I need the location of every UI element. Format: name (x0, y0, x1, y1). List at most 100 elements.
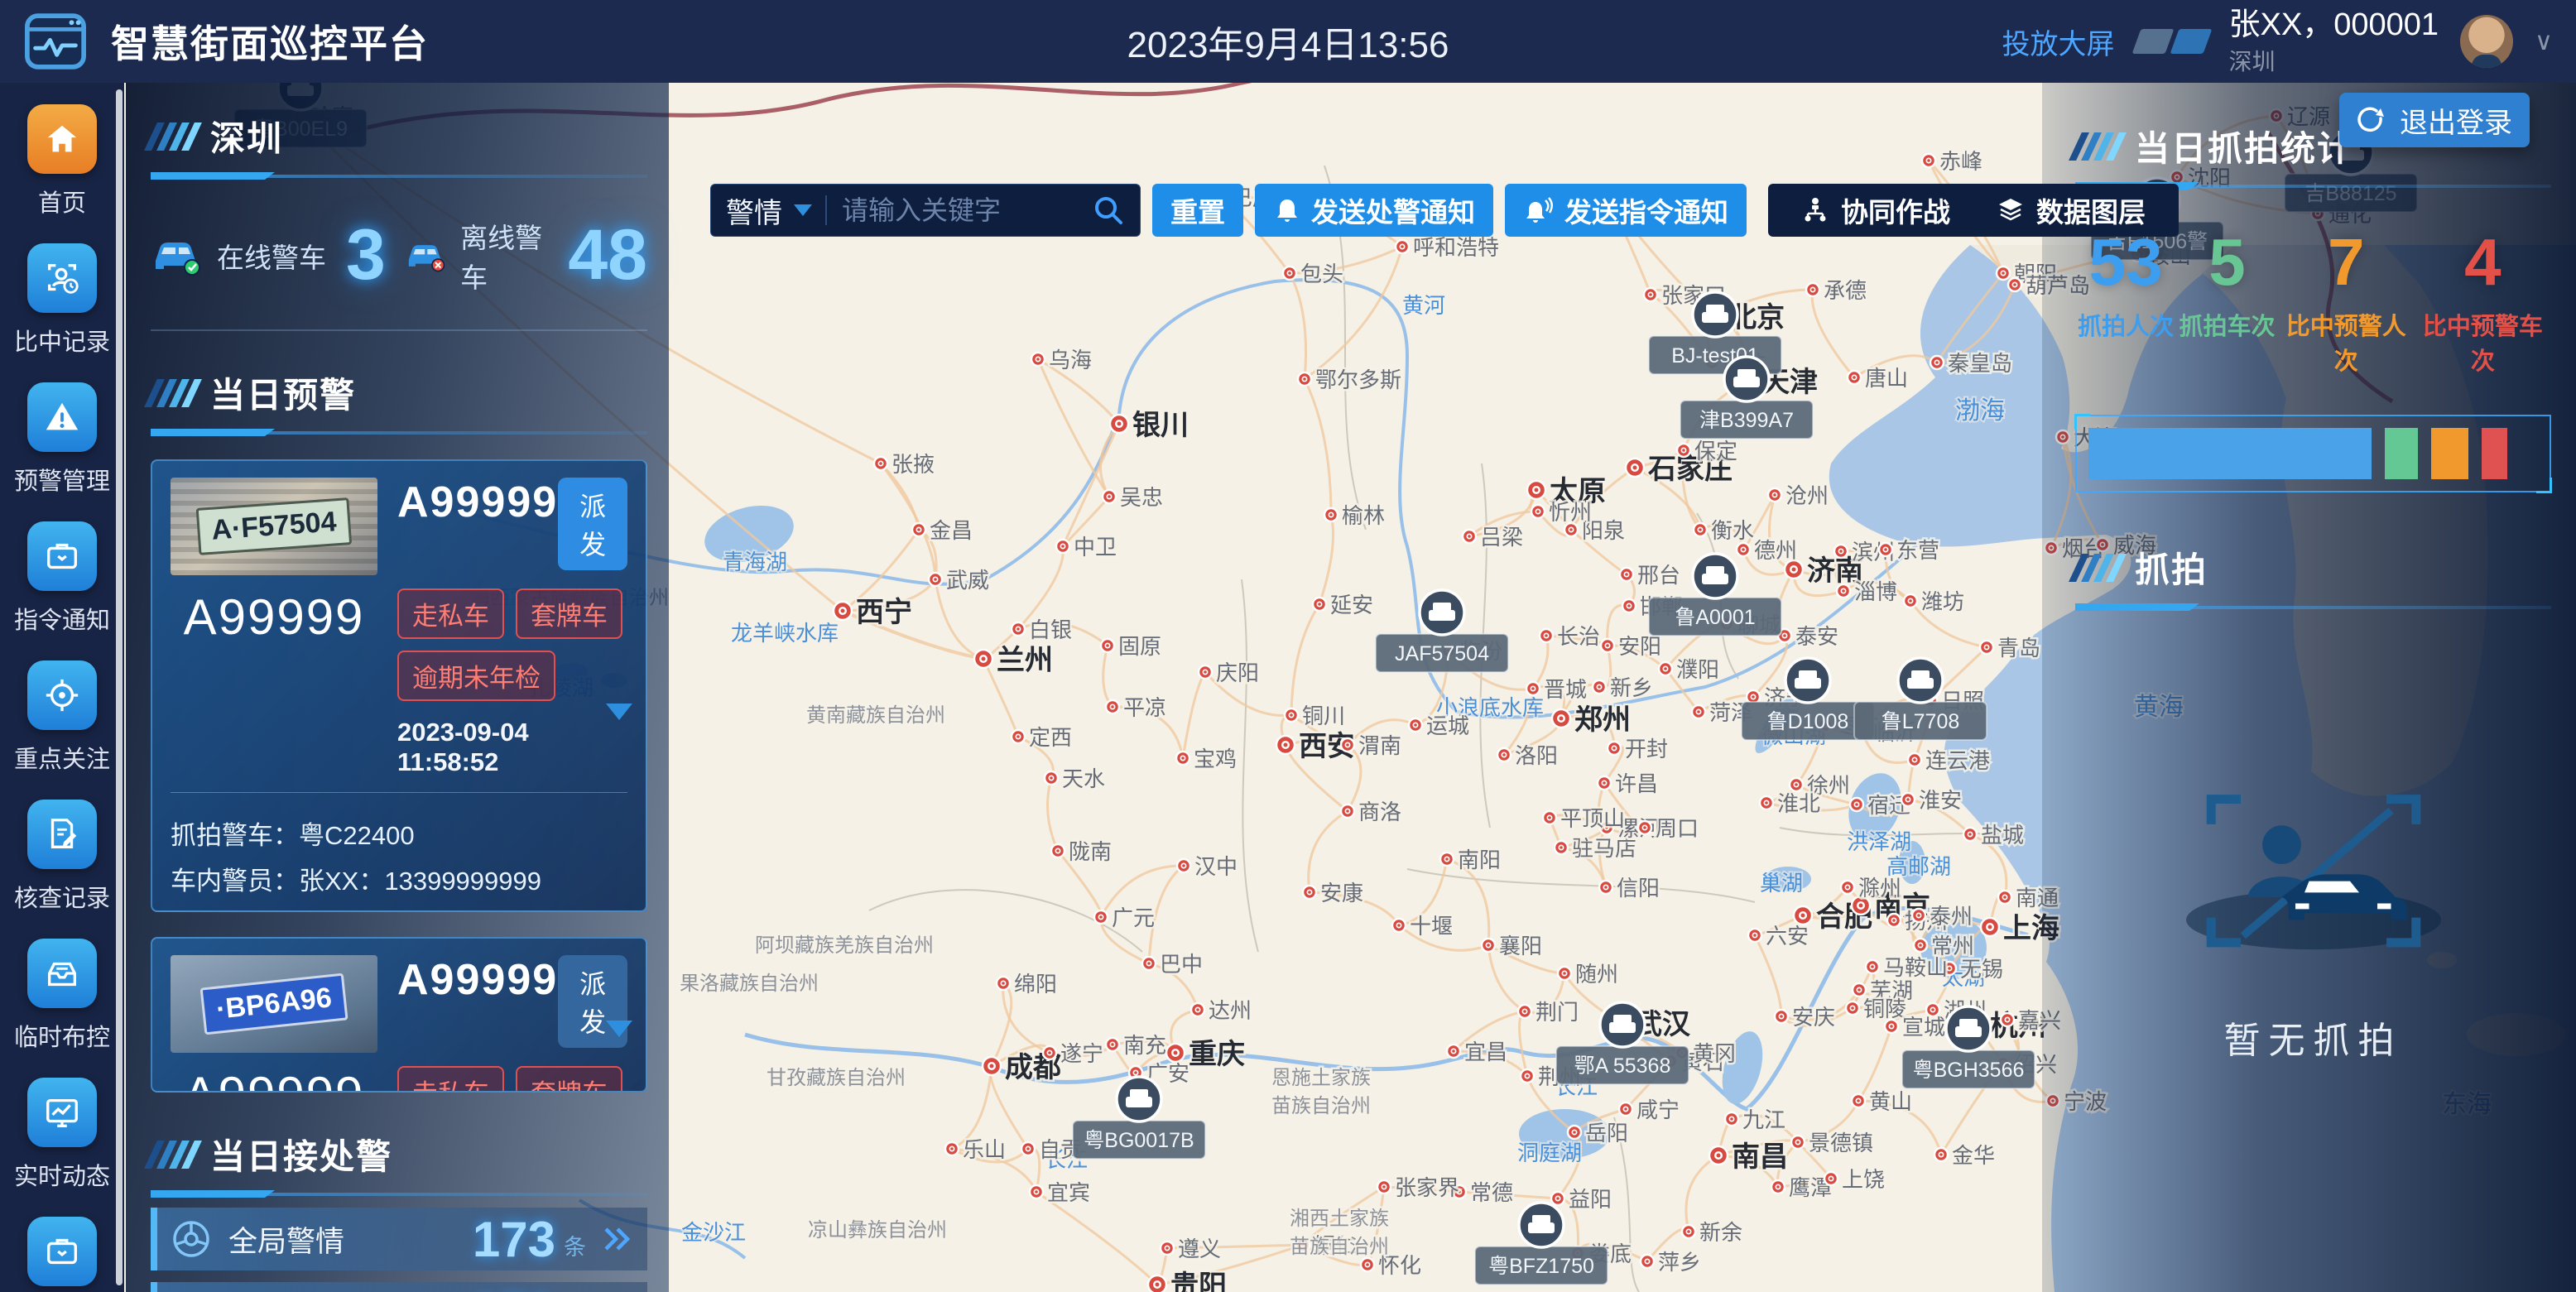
svg-text:上饶: 上饶 (1842, 1167, 1885, 1192)
stat-vehicle-captures: 5 抓拍车次 (2176, 224, 2277, 377)
svg-text:吕梁: 吕梁 (1480, 525, 1523, 550)
stat-person-alerts: 7 比中预警人次 (2278, 224, 2415, 377)
offline-cars-stat: 离线警车 48 (405, 214, 647, 296)
dispatch-row-to-sign[interactable]: 待签收 171 条 (151, 1282, 647, 1292)
alert-card[interactable]: A·F57504 A99999 A99999 派发 走私车 套牌车 逾期未年检 (151, 459, 647, 912)
svg-text:淄博: 淄博 (1854, 579, 1897, 604)
vehicle-stats: 在线警车 3 离线警车 48 (151, 214, 647, 296)
sidebar-item-realtime[interactable]: 实时动态 (14, 1078, 110, 1192)
svg-text:重庆: 重庆 (1189, 1039, 1245, 1070)
search-icon[interactable] (1092, 194, 1125, 227)
alerts-header: 当日预警 (151, 367, 647, 418)
sidebar-item-warning-management[interactable]: 预警管理 (14, 382, 110, 497)
filter-dropdown[interactable]: 警情 (726, 190, 812, 231)
svg-text:天水: 天水 (1062, 766, 1105, 791)
cast-screen-link[interactable]: 投放大屏 (2002, 22, 2115, 62)
svg-text:南阳: 南阳 (1458, 848, 1501, 872)
svg-text:承德: 承德 (1824, 278, 1867, 303)
send-command-notice-button[interactable]: 发送指令通知 (1505, 184, 1747, 237)
photo-plate-text: A·F57504 (196, 497, 353, 555)
dispatch-row-total[interactable]: 全局警情 173 条 (151, 1208, 647, 1270)
header-stripes-icon (151, 1141, 195, 1169)
sidebar-item-check-records[interactable]: 核查记录 (14, 800, 110, 914)
svg-text:常德: 常德 (1470, 1180, 1513, 1205)
svg-text:张掖: 张掖 (892, 452, 935, 477)
svg-text:连云港: 连云港 (1925, 748, 1990, 773)
cast-toggle[interactable] (2136, 29, 2208, 54)
svg-text:宜昌: 宜昌 (1464, 1040, 1507, 1064)
avatar[interactable] (2460, 15, 2513, 68)
alert-tags: 走私车 套牌车 逾期未年检 (397, 588, 627, 701)
svg-text:鄂尔多斯: 鄂尔多斯 (1315, 367, 1401, 392)
svg-text:JAF57504: JAF57504 (1395, 642, 1489, 665)
svg-text:景德镇: 景德镇 (1809, 1131, 1873, 1155)
capture-header: 抓拍 (2075, 542, 2551, 593)
svg-text:白银: 白银 (1029, 617, 1072, 642)
svg-text:保定: 保定 (1694, 439, 1737, 463)
svg-text:马鞍山: 马鞍山 (1883, 955, 1948, 980)
card-expand-caret-icon[interactable] (606, 1021, 632, 1037)
sidebar-item-temp-control[interactable]: 临时布控 (14, 939, 110, 1053)
capture-proportion-bar (2075, 415, 2551, 492)
sidebar-item-command-notice[interactable]: 指令通知 (14, 521, 110, 636)
svg-text:无锡: 无锡 (1960, 957, 2003, 982)
chevron-down-icon[interactable]: ∨ (2535, 27, 2553, 56)
cooperative-combat-button[interactable]: 协同作战 (1801, 190, 1950, 230)
svg-text:乐山: 乐山 (963, 1137, 1006, 1162)
police-car-offline-icon (405, 236, 449, 276)
svg-text:安康: 安康 (1320, 881, 1363, 905)
svg-text:邢台: 邢台 (1637, 563, 1680, 588)
svg-text:粤BG0017B: 粤BG0017B (1084, 1129, 1194, 1152)
svg-text:运城: 运城 (1426, 713, 1469, 738)
page-title: 智慧街面巡控平台 (111, 14, 429, 69)
no-capture-text: 暂无抓拍 (2075, 1011, 2551, 1064)
sidebar-item-match-records[interactable]: 比中记录 (14, 243, 110, 358)
svg-text:秦皇岛: 秦皇岛 (1948, 351, 2012, 376)
header-stripes-icon (151, 379, 195, 407)
dispatch-title: 当日接处警 (210, 1129, 392, 1179)
send-police-notice-button[interactable]: 发送处警通知 (1255, 184, 1493, 237)
svg-text:阿坝藏族羌族自治州: 阿坝藏族羌族自治州 (755, 934, 934, 957)
svg-text:商洛: 商洛 (1358, 800, 1401, 824)
alert-card[interactable]: ·BP6A96 A99999 A99999 派发 走私车 套牌车 逾期未年检 (151, 937, 647, 1093)
dispatch-button[interactable]: 派发 (558, 478, 627, 570)
alert-time: 2023-09-04 11:58:52 (397, 718, 627, 777)
alarm-bell-icon (1273, 196, 1301, 224)
header-stripes-icon (2075, 132, 2120, 161)
svg-text:延安: 延安 (1330, 593, 1373, 617)
offline-count: 48 (568, 214, 647, 296)
svg-text:遵义: 遵义 (1178, 1237, 1221, 1261)
svg-text:粤BGH3566: 粤BGH3566 (1913, 1059, 2025, 1082)
search-box: 警情 (710, 184, 1141, 237)
warning-triangle-icon (43, 398, 81, 436)
sidebar-item-command-notice-2[interactable]: 指令通知 (14, 1217, 110, 1292)
officer-contact: 张XX：13399999999 (299, 867, 541, 896)
photo-plate-text: ·BP6A96 (200, 973, 348, 1035)
card-expand-caret-icon[interactable] (606, 704, 632, 720)
svg-text:信阳: 信阳 (1617, 876, 1660, 901)
topbar: 智慧街面巡控平台 2023年9月4日13:56 投放大屏 张XX，000001 … (0, 0, 2576, 83)
svg-text:金沙江: 金沙江 (681, 1220, 746, 1245)
sidebar-item-home[interactable]: 首页 (27, 104, 97, 219)
svg-text:青岛: 青岛 (1997, 636, 2040, 660)
svg-text:银川: 银川 (1132, 410, 1189, 441)
map-tools: 协同作战 数据图层 (1768, 184, 2179, 237)
svg-text:铜川: 铜川 (1302, 704, 1345, 728)
svg-text:贵阳: 贵阳 (1170, 1270, 1227, 1292)
sidebar-item-key-focus[interactable]: 重点关注 (14, 660, 110, 775)
logout-button[interactable]: 退出登录 (2339, 93, 2530, 147)
svg-text:宝鸡: 宝鸡 (1194, 747, 1237, 771)
svg-text:广元: 广元 (1112, 905, 1155, 930)
briefcase-icon (43, 1232, 81, 1270)
search-input[interactable] (840, 195, 1092, 227)
reset-button[interactable]: 重置 (1152, 184, 1243, 237)
svg-text:庆阳: 庆阳 (1216, 660, 1259, 685)
svg-text:盐城: 盐城 (1981, 823, 2024, 848)
sidebar-scrollbar[interactable] (116, 89, 123, 1285)
svg-text:固原: 固原 (1118, 634, 1161, 659)
briefcase-icon (43, 537, 81, 575)
data-layers-button[interactable]: 数据图层 (1997, 190, 2146, 230)
logout-icon (2357, 105, 2386, 135)
alert-info: 抓拍警车：粤C22400 车内警员：张XX：13399999999 (171, 792, 627, 897)
svg-text:安阳: 安阳 (1618, 634, 1661, 659)
